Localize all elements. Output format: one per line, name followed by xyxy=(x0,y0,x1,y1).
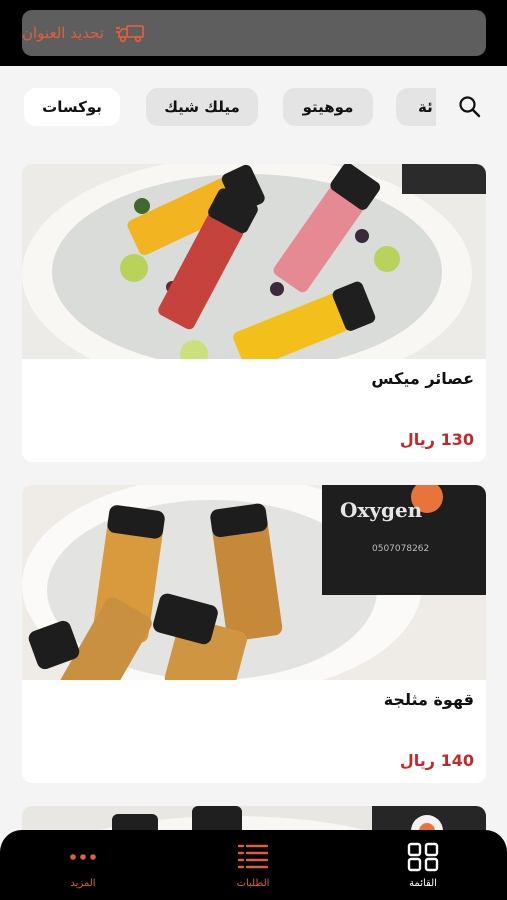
category-chip-boxes[interactable]: بوكسات xyxy=(24,88,120,126)
top-bar: تحديد العنوان xyxy=(0,0,507,66)
category-chip-partial[interactable]: ئة xyxy=(396,88,436,126)
product-image: Oxygen 0507078262 xyxy=(22,485,486,680)
svg-text:0507078262: 0507078262 xyxy=(372,544,429,554)
category-chip-mojito[interactable]: موهيتو xyxy=(283,88,373,126)
svg-text:Oxygen: Oxygen xyxy=(340,498,423,522)
nav-item-more[interactable]: المزيد xyxy=(38,838,128,898)
product-price: 130 ريال xyxy=(399,430,474,449)
nav-item-orders[interactable]: الطلبات xyxy=(208,838,298,898)
bottom-nav: القائمة الطلبات المزيد xyxy=(0,830,507,900)
product-card[interactable]: Oxygen 0507078262 قهوة مثلجة 140 ريال xyxy=(22,485,486,783)
product-card[interactable]: عصائر ميكس 130 ريال xyxy=(22,164,486,462)
search-icon xyxy=(459,96,481,118)
nav-item-label: المزيد xyxy=(70,878,96,889)
more-icon xyxy=(70,854,96,860)
set-address-label: تحديد العنوان xyxy=(22,24,104,42)
product-image xyxy=(22,164,486,359)
grid-icon xyxy=(407,842,439,872)
product-name: عصائر ميكس xyxy=(371,369,474,388)
search-button[interactable] xyxy=(455,92,485,122)
set-address-button[interactable]: تحديد العنوان xyxy=(22,10,486,56)
nav-item-label: القائمة xyxy=(409,878,437,889)
product-name: قهوة مثلجة xyxy=(383,690,474,709)
nav-item-menu[interactable]: القائمة xyxy=(378,838,468,898)
truck-icon xyxy=(115,25,144,43)
list-icon xyxy=(237,844,269,869)
category-chip-milkshake[interactable]: ميلك شيك xyxy=(146,88,258,126)
category-chip-label: ئة xyxy=(396,88,436,126)
product-price: 140 ريال xyxy=(399,751,474,770)
nav-item-label: الطلبات xyxy=(236,878,270,889)
